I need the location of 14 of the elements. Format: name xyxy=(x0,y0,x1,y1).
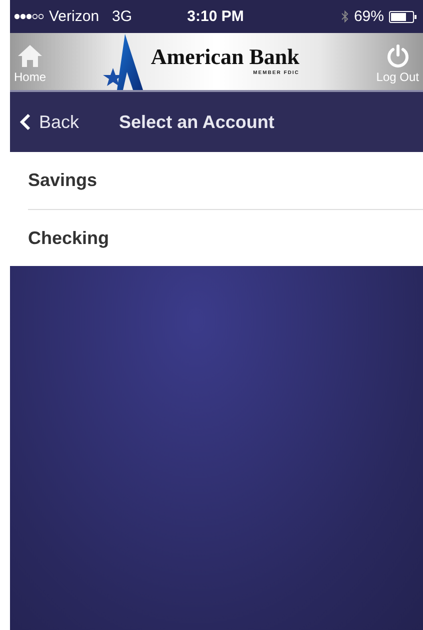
signal-icon xyxy=(14,13,44,20)
carrier-name: Verizon xyxy=(49,8,100,25)
page-title: Select an Account xyxy=(119,112,274,132)
back-button[interactable]: Back xyxy=(20,112,80,132)
power-icon xyxy=(386,44,410,68)
battery-percent: 69% xyxy=(354,8,384,25)
chevron-left-icon xyxy=(20,113,31,131)
network-type: 3G xyxy=(112,8,132,25)
clock-time: 3:10 PM xyxy=(187,8,244,25)
battery-icon xyxy=(388,10,417,22)
account-item[interactable]: Savings xyxy=(28,152,423,209)
bluetooth-icon xyxy=(340,10,349,23)
brand-name: American Bank xyxy=(150,44,300,70)
home-icon xyxy=(17,44,43,68)
